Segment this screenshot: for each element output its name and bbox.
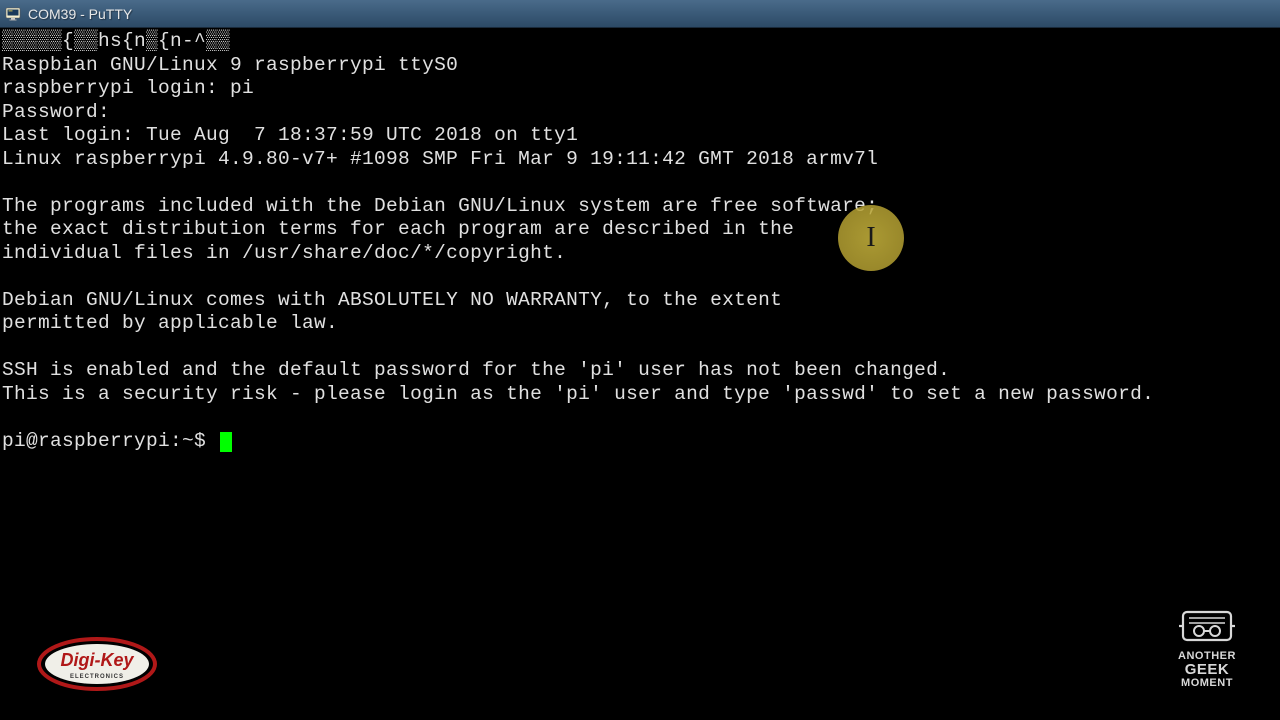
- terminal-login-prompt: raspberrypi login: pi: [2, 77, 254, 99]
- terminal-password-prompt: Password:: [2, 101, 110, 123]
- terminal-cursor: [220, 432, 232, 452]
- terminal-motd-line5: permitted by applicable law.: [2, 312, 338, 334]
- svg-text:Digi-Key: Digi-Key: [60, 650, 134, 670]
- terminal-kernel: Linux raspberrypi 4.9.80-v7+ #1098 SMP F…: [2, 148, 878, 170]
- agm-text: ANOTHER GEEK MOMENT: [1178, 650, 1236, 689]
- terminal-area[interactable]: ▒▒▒▒▒{▒▒hs{n▒{n-^▒▒ Raspbian GNU/Linux 9…: [0, 28, 1280, 720]
- another-geek-moment-logo: ANOTHER GEEK MOMENT: [1172, 608, 1242, 690]
- putty-icon: [4, 5, 22, 23]
- terminal-last-login: Last login: Tue Aug 7 18:37:59 UTC 2018 …: [2, 124, 578, 146]
- window-titlebar: COM39 - PuTTY: [0, 0, 1280, 28]
- terminal-motd-line2: the exact distribution terms for each pr…: [2, 218, 794, 240]
- terminal-ssh-warning-line1: SSH is enabled and the default password …: [2, 359, 950, 381]
- terminal-shell-prompt: pi@raspberrypi:~$: [2, 430, 218, 452]
- window-title: COM39 - PuTTY: [28, 6, 132, 22]
- terminal-banner: Raspbian GNU/Linux 9 raspberrypi ttyS0: [2, 54, 458, 76]
- digikey-logo: Digi-Key ELECTRONICS: [36, 636, 158, 692]
- terminal-ssh-warning-line2: This is a security risk - please login a…: [2, 383, 1154, 405]
- agm-line2: GEEK: [1178, 662, 1236, 677]
- agm-line3: MOMENT: [1178, 677, 1236, 689]
- terminal-motd-line4: Debian GNU/Linux comes with ABSOLUTELY N…: [2, 289, 782, 311]
- terminal-motd-line3: individual files in /usr/share/doc/*/cop…: [2, 242, 566, 264]
- terminal-motd-line1: The programs included with the Debian GN…: [2, 195, 878, 217]
- svg-text:ELECTRONICS: ELECTRONICS: [70, 674, 124, 680]
- terminal-garbage: ▒▒▒▒▒{▒▒hs{n▒{n-^▒▒: [2, 30, 230, 52]
